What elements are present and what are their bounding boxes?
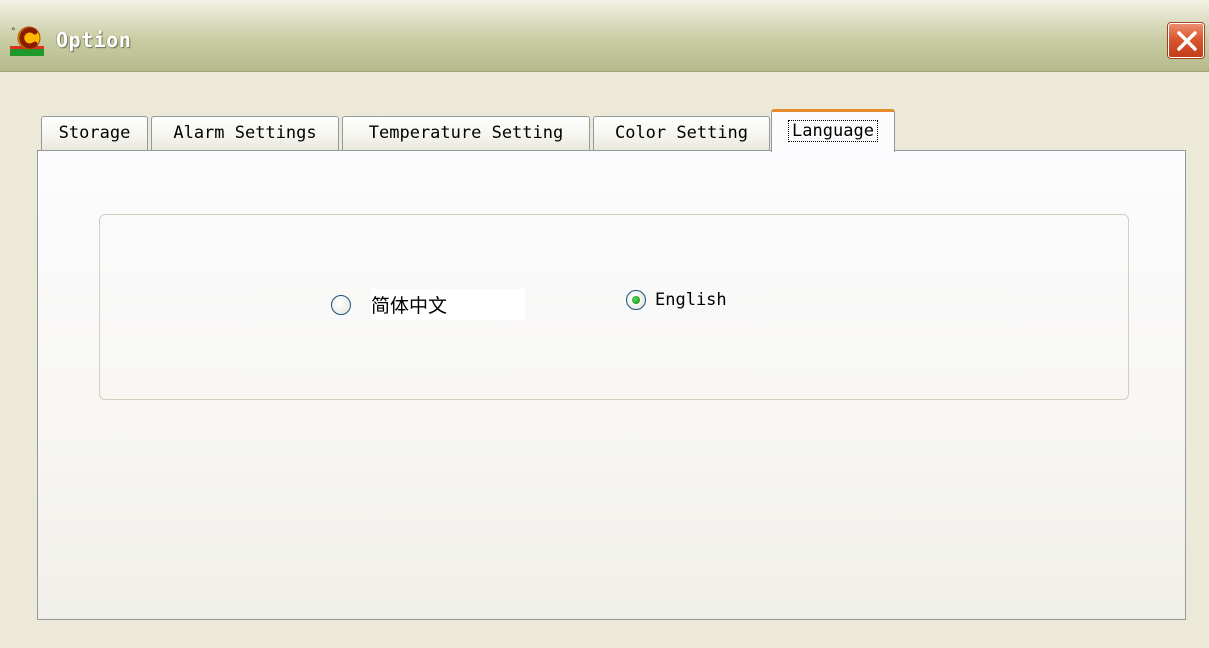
radio-option-english[interactable]: English [626,290,727,310]
option-dialog: ° Option Storage Alarm Settings Temperat… [0,0,1209,648]
tab-alarm-settings[interactable]: Alarm Settings [151,116,339,151]
tab-label: Color Setting [614,123,749,143]
tab-storage[interactable]: Storage [41,116,148,151]
radio-button[interactable] [331,294,351,315]
close-icon [1177,31,1197,51]
language-groupbox: 简体中文 English [99,214,1129,400]
radio-label: 简体中文 [371,289,526,320]
radio-button[interactable] [626,290,646,310]
tab-color-setting[interactable]: Color Setting [593,116,770,151]
language-tab-panel: 简体中文 English [37,150,1186,620]
window-title: Option [56,28,132,52]
app-logo-icon: ° [10,26,44,56]
tab-temperature-setting[interactable]: Temperature Setting [342,116,590,151]
tab-label: Alarm Settings [173,123,317,143]
tab-label: Storage [58,123,131,143]
radio-option-chinese[interactable]: 简体中文 [331,289,526,320]
svg-text:°: ° [11,27,16,37]
tab-language[interactable]: Language [771,109,895,152]
tab-label: Temperature Setting [368,123,564,143]
title-bar[interactable]: ° Option [0,0,1209,72]
radio-label: English [655,290,727,310]
tab-label: Language [788,120,878,142]
close-button[interactable] [1168,23,1204,58]
